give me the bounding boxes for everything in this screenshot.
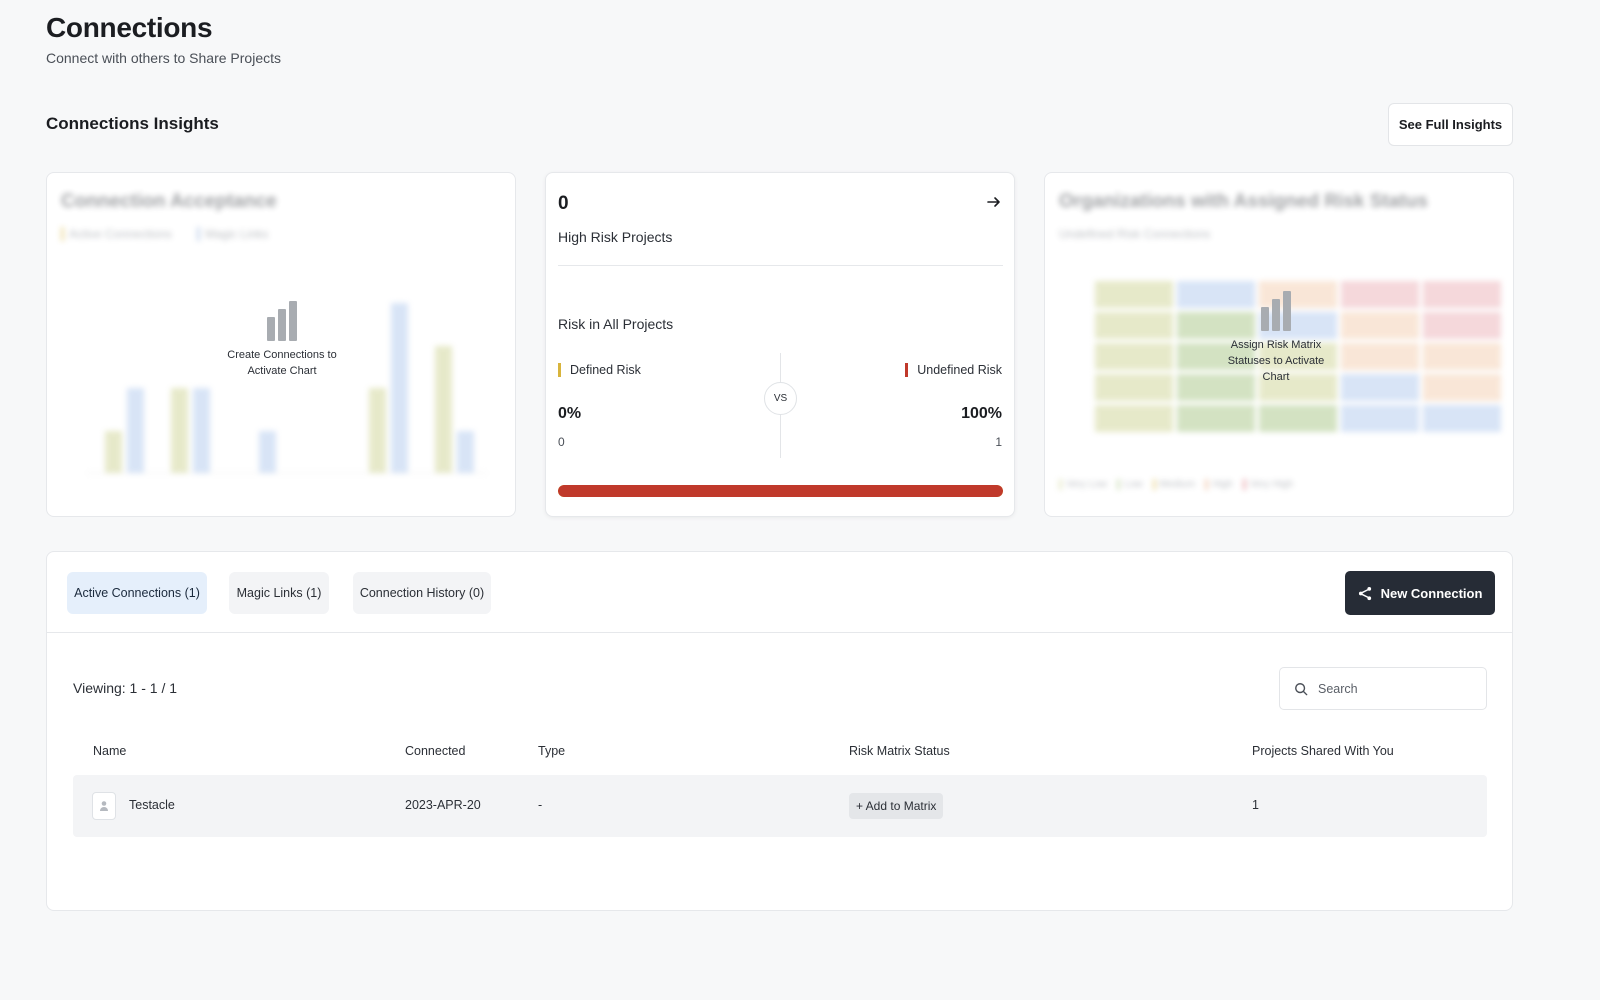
matrix-cell	[1177, 405, 1255, 432]
undefined-risk-fill	[558, 485, 1003, 497]
risk-status-card: Organizations with Assigned Risk Status …	[1044, 172, 1514, 517]
high-risk-count: 0	[558, 193, 569, 214]
matrix-cell	[1341, 374, 1419, 401]
column-header-risk-matrix-status[interactable]: Risk Matrix Status	[849, 744, 950, 758]
row-type: -	[538, 798, 543, 812]
defined-risk-count: 0	[558, 435, 565, 449]
high-risk-card: 0 High Risk Projects Risk in All Project…	[545, 172, 1015, 517]
connection-acceptance-card: Connection Acceptance Active Connections…	[46, 172, 516, 517]
legend-item: High	[1205, 479, 1233, 490]
column-header-projects-shared[interactable]: Projects Shared With You	[1252, 744, 1394, 758]
matrix-cell	[1341, 312, 1419, 339]
tab-active-connections[interactable]: Active Connections (1)	[67, 572, 207, 614]
column-header-type[interactable]: Type	[538, 744, 565, 758]
risk-ratio-bar	[558, 485, 1003, 497]
tab-connection-history[interactable]: Connection History (0)	[353, 572, 491, 614]
matrix-cell	[1095, 405, 1173, 432]
matrix-cell	[1341, 343, 1419, 370]
legend-item: Very Low	[1059, 479, 1107, 490]
column-header-name[interactable]: Name	[93, 744, 126, 758]
acceptance-empty-state: Create Connections to Activate Chart	[222, 301, 342, 379]
acceptance-empty-text: Create Connections to Activate Chart	[227, 349, 337, 377]
risk-matrix-legend: Very Low Low Medium High Very High	[1059, 479, 1293, 490]
matrix-cell	[1423, 312, 1501, 339]
matrix-cell	[1341, 405, 1419, 432]
tab-magic-links[interactable]: Magic Links (1)	[229, 572, 329, 614]
matrix-cell	[1095, 343, 1173, 370]
matrix-cell	[1095, 374, 1173, 401]
column-header-connected[interactable]: Connected	[405, 744, 465, 758]
page-title: Connections	[46, 12, 213, 43]
divider	[558, 265, 1003, 266]
legend-item: Very High	[1242, 479, 1293, 490]
arrow-right-icon[interactable]	[987, 195, 1001, 214]
matrix-cell	[1423, 405, 1501, 432]
pagination-summary: Viewing: 1 - 1 / 1	[73, 680, 178, 696]
bar-chart-icon	[267, 301, 297, 341]
undefined-risk-label: Undefined Risk	[905, 363, 1002, 377]
search-input[interactable]	[1318, 681, 1468, 696]
connections-panel: Active Connections (1) Magic Links (1) C…	[46, 551, 1513, 911]
matrix-cell	[1423, 374, 1501, 401]
matrix-cell	[1259, 405, 1337, 432]
share-icon	[1358, 586, 1371, 600]
user-icon	[100, 801, 108, 811]
legend-item: Medium	[1152, 479, 1195, 490]
legend-item: Low	[1117, 479, 1143, 490]
table-row[interactable]: Testacle 2023-APR-20 - + Add to Matrix 1	[73, 775, 1487, 837]
matrix-cell	[1095, 281, 1173, 308]
matrix-cell	[1095, 312, 1173, 339]
defined-risk-percent: 0%	[558, 405, 582, 422]
risk-all-projects-title: Risk in All Projects	[558, 316, 674, 332]
add-to-matrix-button[interactable]: + Add to Matrix	[849, 793, 944, 819]
connections-tabs: Active Connections (1) Magic Links (1) C…	[47, 552, 1512, 633]
matrix-cell	[1423, 281, 1501, 308]
high-risk-label: High Risk Projects	[558, 229, 673, 245]
matrix-cell	[1423, 343, 1501, 370]
new-connection-label: New Connection	[1380, 585, 1483, 601]
avatar	[92, 792, 116, 820]
bar-chart-icon	[1261, 291, 1291, 331]
see-full-insights-button[interactable]: See Full Insights	[1388, 103, 1513, 146]
row-connected: 2023-APR-20	[405, 798, 481, 812]
vs-badge: VS	[764, 382, 797, 415]
row-name[interactable]: Testacle	[129, 798, 175, 812]
insights-section-title: Connections Insights	[46, 114, 219, 133]
risk-matrix-empty-state: Assign Risk Matrix Statuses to Activate …	[1221, 291, 1331, 385]
search-field[interactable]	[1279, 667, 1487, 710]
defined-risk-label: Defined Risk	[558, 363, 641, 377]
row-projects-shared: 1	[1252, 798, 1259, 812]
search-icon	[1295, 682, 1308, 695]
new-connection-button[interactable]: New Connection	[1345, 571, 1495, 615]
undefined-risk-count: 1	[995, 435, 1002, 449]
matrix-cell	[1341, 281, 1419, 308]
risk-matrix-empty-text: Assign Risk Matrix Statuses to Activate …	[1227, 339, 1325, 383]
page-subtitle: Connect with others to Share Projects	[46, 50, 282, 66]
undefined-risk-percent: 100%	[961, 405, 1002, 422]
